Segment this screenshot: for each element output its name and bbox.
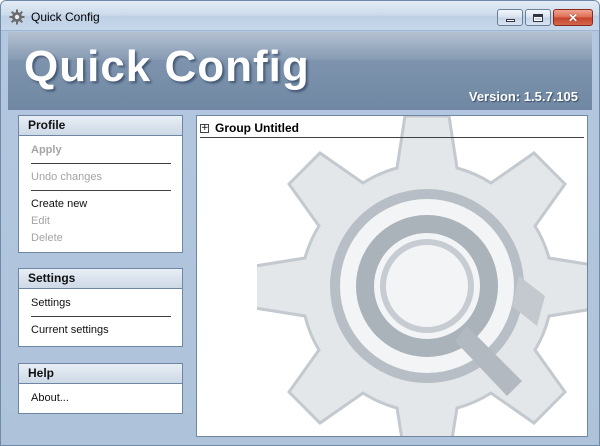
help-panel-body: About... [19, 384, 182, 413]
divider [31, 190, 171, 191]
about-link[interactable]: About... [31, 390, 170, 407]
create-new-link[interactable]: Create new [31, 196, 170, 213]
apply-link[interactable]: Apply [31, 142, 170, 159]
close-button[interactable]: ✕ [553, 9, 593, 26]
profile-panel-header: Profile [19, 116, 182, 136]
divider [31, 163, 171, 164]
app-window: Quick Config ✕ Quick Config Version: 1.5… [0, 0, 600, 446]
maximize-button[interactable] [525, 9, 551, 26]
group-header[interactable]: + Group Untitled [200, 119, 584, 138]
caption-buttons: ✕ [497, 9, 593, 26]
gear-magnifier-icon [257, 116, 587, 436]
window-title: Quick Config [31, 10, 100, 24]
settings-link[interactable]: Settings [31, 295, 170, 312]
expand-icon[interactable]: + [200, 123, 209, 133]
minimize-button[interactable] [497, 9, 523, 26]
edit-link[interactable]: Edit [31, 213, 170, 230]
settings-panel-body: Settings Current settings [19, 289, 182, 345]
close-icon: ✕ [567, 10, 579, 25]
version-label: Version: 1.5.7.105 [468, 89, 578, 104]
settings-panel: Settings Settings Current settings [18, 268, 183, 347]
app-title: Quick Config [24, 42, 310, 91]
minimize-icon [505, 19, 515, 22]
undo-changes-link[interactable]: Undo changes [31, 169, 170, 186]
group-title: Group Untitled [215, 121, 299, 135]
title-bar[interactable]: Quick Config ✕ [1, 1, 599, 31]
help-panel-header: Help [19, 364, 182, 384]
profile-panel-body: Apply Undo changes Create new Edit Delet… [19, 136, 182, 253]
profile-panel: Profile Apply Undo changes Create new Ed… [18, 115, 183, 253]
delete-link[interactable]: Delete [31, 230, 170, 247]
settings-panel-header: Settings [19, 269, 182, 289]
content-area: + Group Untitled [196, 115, 588, 437]
divider [31, 316, 171, 317]
app-header: Quick Config Version: 1.5.7.105 [8, 32, 592, 110]
gear-icon [9, 9, 25, 25]
help-panel: Help About... [18, 363, 183, 414]
current-settings-link[interactable]: Current settings [31, 322, 170, 339]
maximize-icon [533, 13, 543, 22]
